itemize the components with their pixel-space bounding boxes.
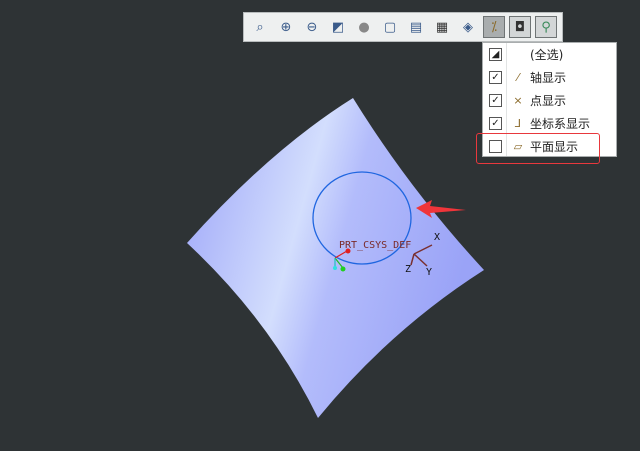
zoom-out-button[interactable]: ⊖ [301,16,323,38]
repaint-button[interactable]: ◩ [327,16,349,38]
menu-item-select-all[interactable]: ◢ (全选) [483,43,616,66]
csys-icon: ⅃ [514,117,522,130]
menu-item-label: 轴显示 [530,71,567,85]
perspective-icon: ◈ [463,19,473,35]
display-style-icon: ● [358,19,370,35]
menu-item-label: 坐标系显示 [530,117,591,131]
axis-z-label: Z [405,264,412,275]
menu-item-csys-display[interactable]: ✓ ⅃ 坐标系显示 [483,112,616,135]
checkbox-checked[interactable]: ✓ [489,94,502,107]
menu-item-label: 点显示 [530,94,567,108]
axis-x-label: X [434,232,441,243]
zoom-fit-button[interactable]: ⌕ [249,16,271,38]
checkbox-checked[interactable]: ✓ [489,117,502,130]
csys-label: PRT_CSYS_DEF [339,240,412,251]
menu-item-axis-display[interactable]: ✓ ⁄ 轴显示 [483,66,616,89]
highlight-box [476,133,600,164]
point-icon: × [513,94,523,107]
saved-orientations-button[interactable]: ▢ [379,16,401,38]
datum-filter-icon: ⁒ [491,19,497,35]
snapshot-button[interactable]: ▦ [431,16,453,38]
zoom-in-button[interactable]: ⊕ [275,16,297,38]
checkbox-partial[interactable]: ◢ [489,48,502,61]
menu-item-point-display[interactable]: ✓ × 点显示 [483,89,616,112]
axis-icon: ⁄ [517,71,519,84]
zoom-out-icon: ⊖ [306,19,318,35]
spin-center-button[interactable]: ⚲ [535,16,557,38]
axis-y-label: Y [426,267,433,278]
zoom-fit-icon: ⌕ [256,19,264,35]
checkbox-checked[interactable]: ✓ [489,71,502,84]
menu-item-label: (全选) [530,48,564,62]
annotation-eye-icon: ◘ [514,19,526,35]
zoom-in-icon: ⊕ [280,19,292,35]
view-toolbar: ⌕ ⊕ ⊖ ◩ ● ▢ ▤ ▦ ◈ ⁒ ◘ ⚲ [243,12,563,42]
view-manager-icon: ▤ [409,19,423,35]
repaint-icon: ◩ [331,19,345,35]
spin-center-icon: ⚲ [541,19,551,35]
camera-icon: ▦ [435,19,449,35]
view-manager-button[interactable]: ▤ [405,16,427,38]
display-style-button[interactable]: ● [353,16,375,38]
annotation-display-button[interactable]: ◘ [509,16,531,38]
cube-icon: ▢ [383,19,397,35]
perspective-button[interactable]: ◈ [457,16,479,38]
datum-display-filters-button[interactable]: ⁒ [483,16,505,38]
